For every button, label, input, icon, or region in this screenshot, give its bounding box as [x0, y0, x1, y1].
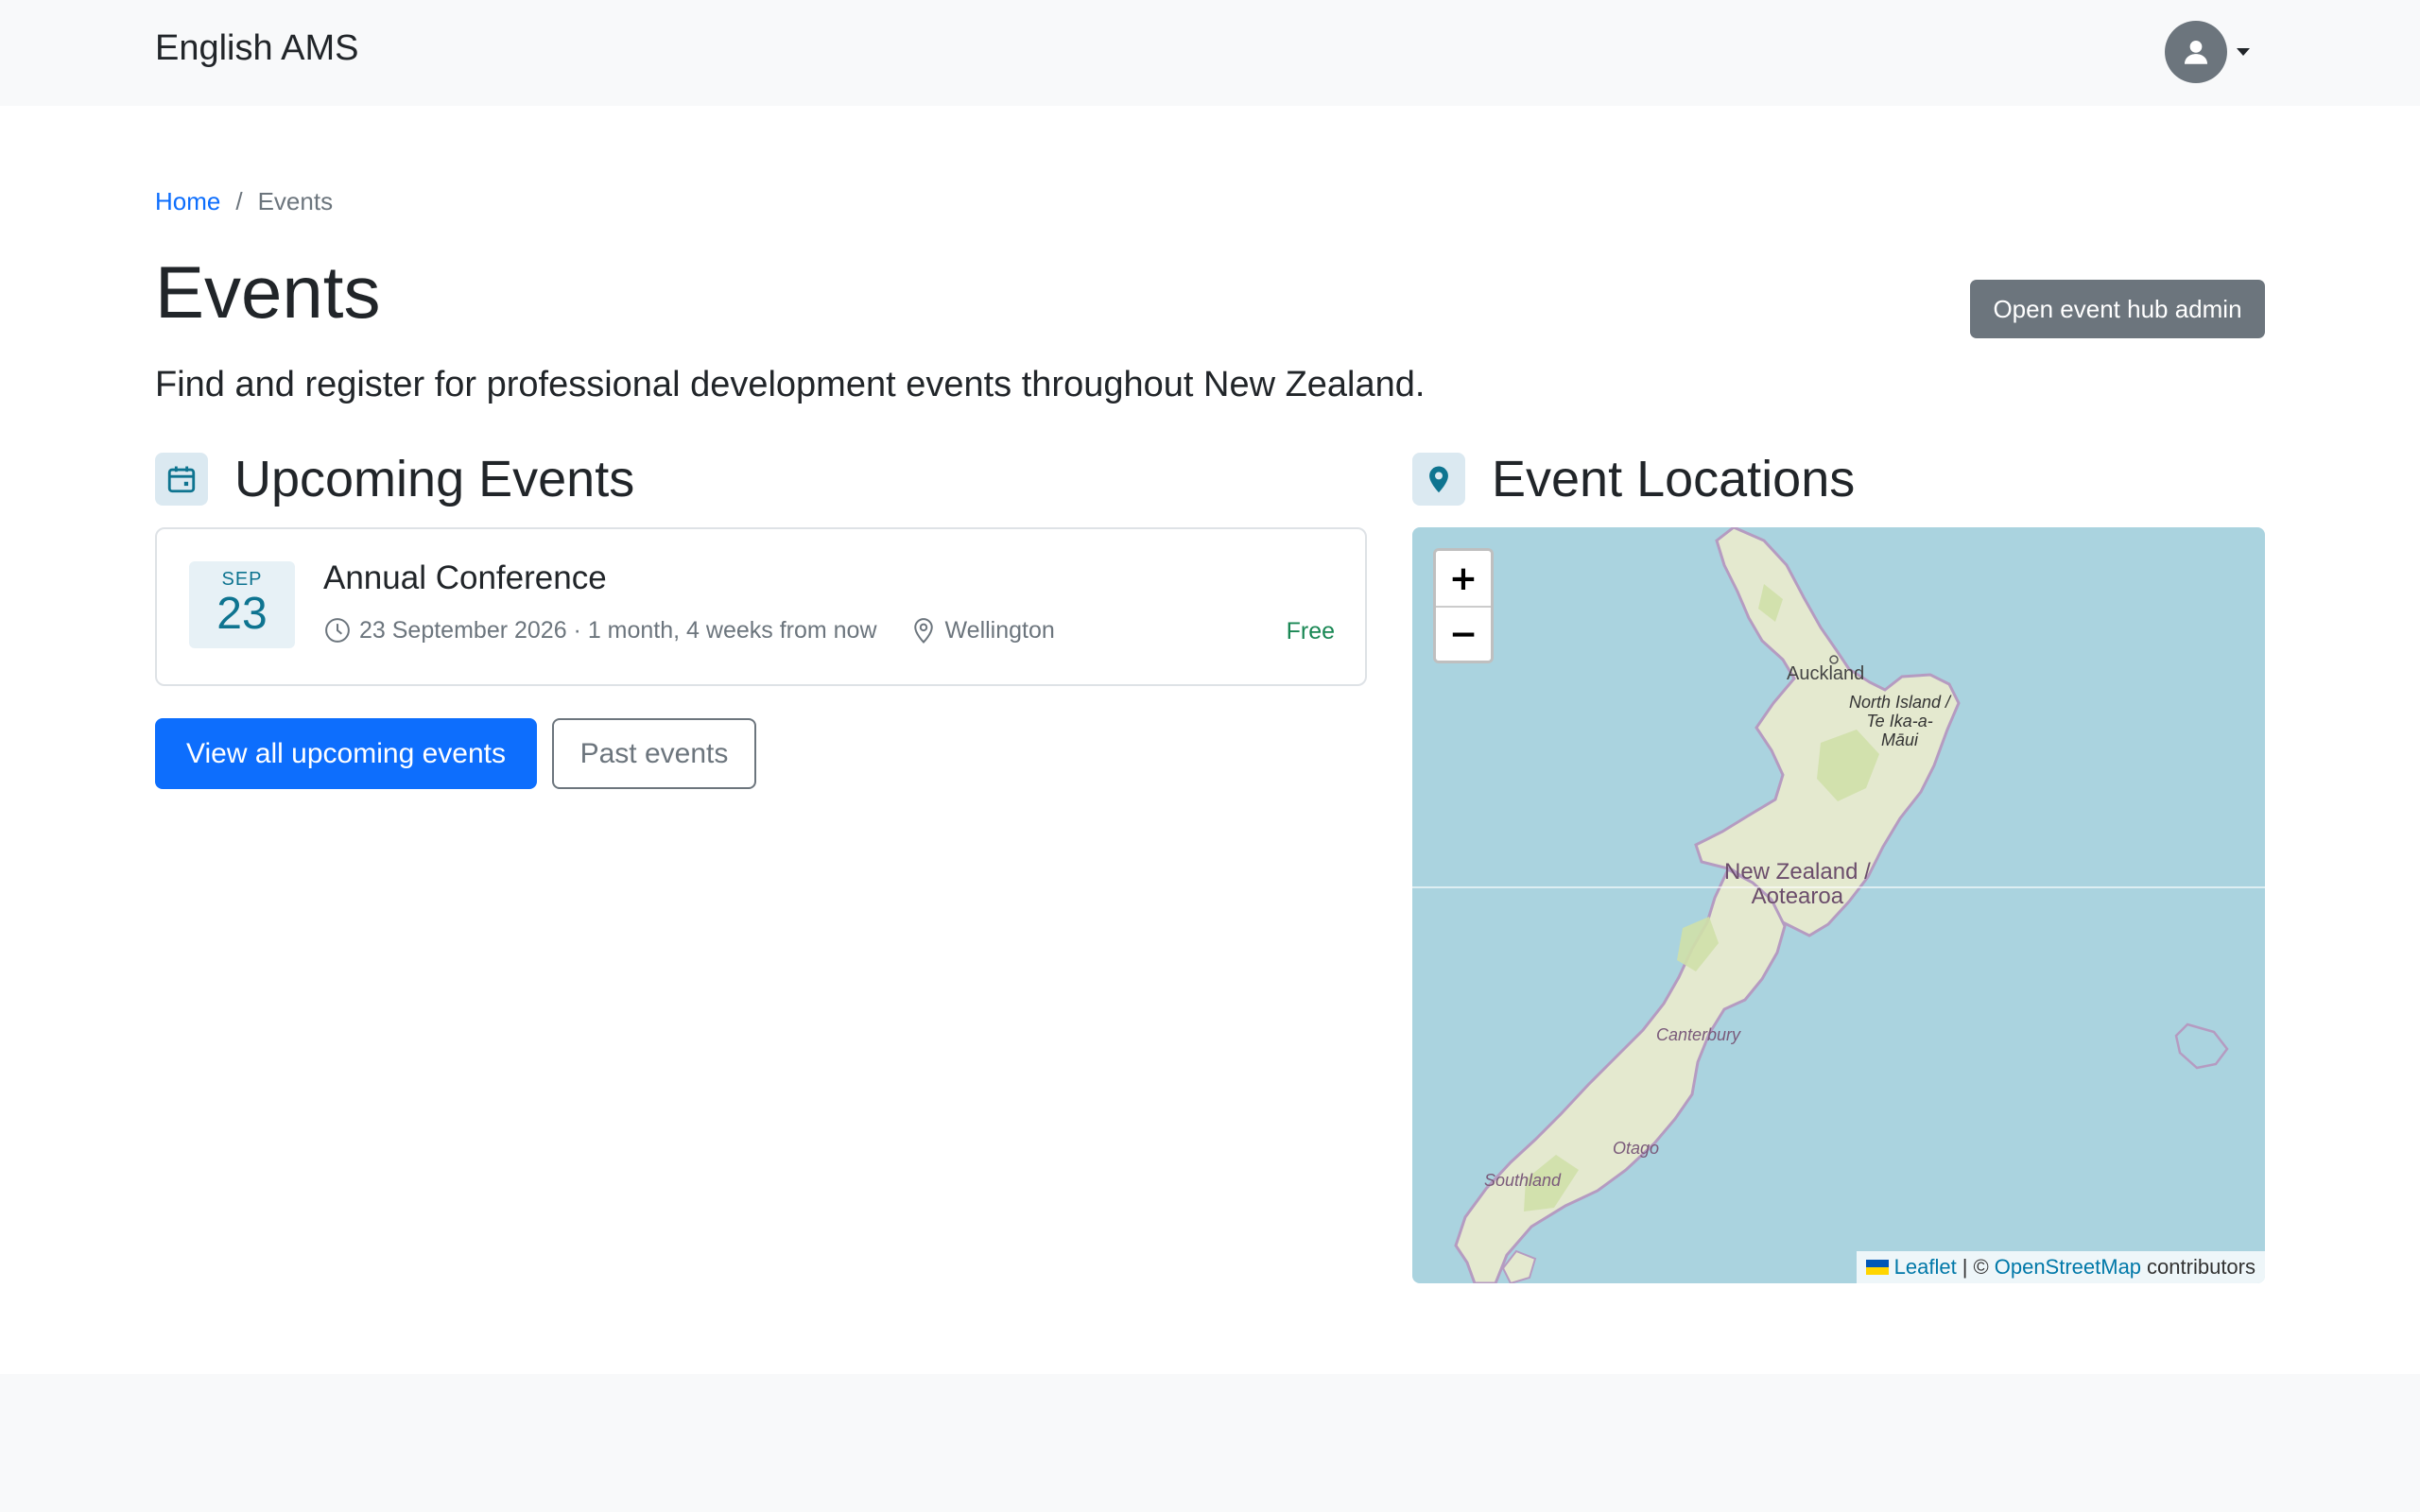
- event-price: Free: [1286, 618, 1335, 644]
- chatham-islands-shape: [2174, 1022, 2229, 1070]
- page-footer: [0, 1374, 2420, 1512]
- event-locations-title: Event Locations: [1492, 451, 1856, 507]
- clock-icon: [325, 618, 350, 643]
- upcoming-events-title: Upcoming Events: [234, 451, 635, 507]
- attribution-contributors: contributors: [2147, 1255, 2256, 1279]
- map-label-north-island: North Island / Te Ika-a- Māui: [1849, 693, 1951, 749]
- page-title: Events: [155, 250, 381, 334]
- map-attribution: Leaflet | © OpenStreetMap contributors: [1856, 1251, 2265, 1283]
- event-location: Wellington: [909, 616, 1055, 644]
- event-datetime: 23 September 2026 · 1 month, 4 weeks fro…: [359, 616, 877, 644]
- zoom-out-button[interactable]: −: [1436, 606, 1491, 661]
- breadcrumb-separator: /: [235, 187, 243, 215]
- open-event-hub-admin-button[interactable]: Open event hub admin: [1970, 280, 2265, 338]
- location-pin-icon: [1412, 453, 1465, 506]
- calendar-icon: [155, 453, 208, 506]
- breadcrumb: Home / Events: [155, 187, 333, 216]
- user-menu-toggle[interactable]: [2165, 21, 2250, 83]
- map-label-auckland: Auckland: [1787, 663, 1865, 684]
- chevron-down-icon: [2237, 48, 2250, 56]
- leaflet-link[interactable]: Leaflet: [1894, 1255, 1957, 1280]
- top-navbar: English AMS: [0, 0, 2420, 106]
- ukraine-flag-icon: [1865, 1260, 1889, 1275]
- map-label-otago: Otago: [1613, 1139, 1660, 1158]
- event-title-link[interactable]: Annual Conference: [323, 559, 607, 597]
- event-month: SEP: [221, 569, 263, 590]
- page-lead-text: Find and register for professional devel…: [155, 365, 1426, 404]
- upcoming-events-heading: Upcoming Events: [155, 450, 634, 508]
- map-label-country: New Zealand / Aotearoa: [1724, 859, 1871, 910]
- user-avatar-icon: [2165, 21, 2227, 83]
- event-card[interactable]: SEP 23 Annual Conference 23 September 20…: [155, 527, 1367, 686]
- map-pin-icon: [913, 618, 933, 644]
- attribution-separator: | ©: [1962, 1255, 1989, 1279]
- south-island-shape: [1454, 867, 1787, 1283]
- past-events-button[interactable]: Past events: [552, 718, 756, 789]
- event-location-name: Wellington: [944, 616, 1055, 644]
- event-meta: 23 September 2026 · 1 month, 4 weeks fro…: [323, 616, 1055, 644]
- zoom-in-button[interactable]: +: [1436, 551, 1491, 606]
- map-label-canterbury: Canterbury: [1656, 1025, 1741, 1044]
- event-locations-heading: Event Locations: [1412, 450, 1855, 508]
- breadcrumb-home-link[interactable]: Home: [155, 187, 220, 216]
- event-day: 23: [216, 589, 268, 639]
- brand-link[interactable]: English AMS: [155, 28, 358, 69]
- view-all-upcoming-events-button[interactable]: View all upcoming events: [155, 718, 537, 789]
- map-zoom-control: + −: [1433, 548, 1494, 663]
- openstreetmap-link[interactable]: OpenStreetMap: [1995, 1255, 2141, 1280]
- event-locations-map[interactable]: Auckland North Island / Te Ika-a- Māui N…: [1412, 527, 2265, 1283]
- breadcrumb-current: Events: [257, 187, 334, 215]
- event-date-badge: SEP 23: [189, 561, 295, 648]
- map-label-southland: Southland: [1484, 1171, 1562, 1190]
